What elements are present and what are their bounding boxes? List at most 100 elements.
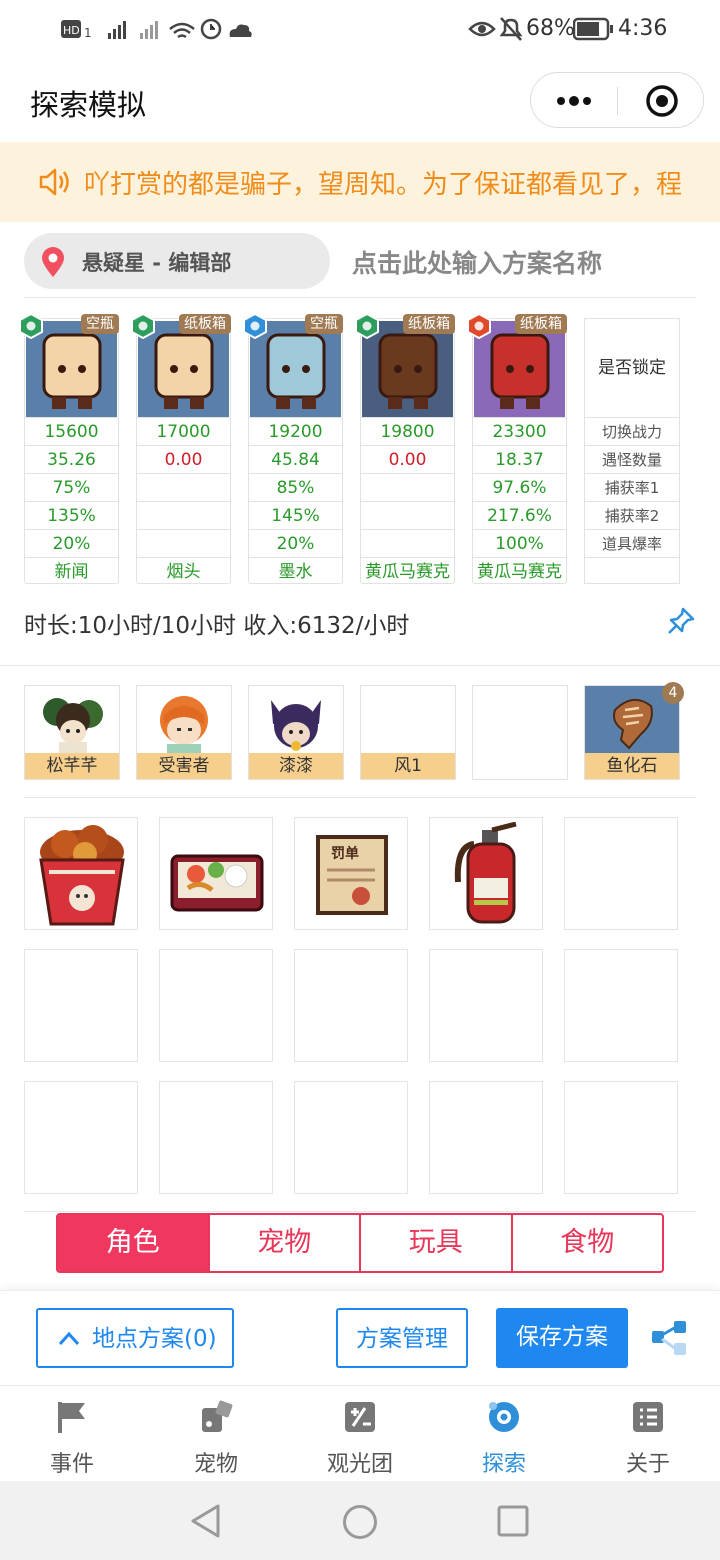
action-bar: 地点方案(0) 方案管理 保存方案 (0, 1290, 720, 1385)
item-slot-empty[interactable] (564, 1081, 678, 1194)
enemy-card[interactable]: 纸板箱 17000 0.00 烟头 (131, 313, 231, 584)
notice-text: 吖打赏的都是骗子，望周知。为了保证都看见了，程 (84, 170, 683, 200)
item-slot-empty[interactable] (294, 949, 408, 1062)
tab-pet[interactable]: 宠物 (210, 1215, 361, 1271)
drop-value: 100% (473, 529, 566, 557)
count-value: 0.00 (361, 445, 454, 473)
nav-label: 观光团 (326, 1452, 393, 1477)
close-miniapp-icon[interactable] (644, 83, 680, 119)
tab-toy[interactable]: 玩具 (361, 1215, 513, 1271)
home-icon[interactable] (341, 1503, 379, 1541)
party-name: 鱼化石 (585, 753, 679, 779)
clock: 4:36 (618, 16, 668, 41)
drop-label: 道具爆率 (585, 529, 679, 557)
item-slot-empty[interactable] (159, 1081, 273, 1194)
item-slot-extinguisher[interactable] (429, 817, 543, 930)
item-value: 黄瓜马赛克 (473, 557, 566, 585)
nav-tour-group[interactable]: 观光团 (288, 1386, 432, 1482)
item-slot-empty[interactable] (159, 949, 273, 1062)
category-tabs: 角色 宠物 玩具 食物 (56, 1213, 664, 1273)
ticket-document-icon: 罚单 (316, 835, 388, 915)
bottom-tab-bar: 事件 宠物 观光团 探索 关于 (0, 1385, 720, 1481)
summary-text: 时长:10小时/10小时 收入:6132/小时 (24, 613, 410, 639)
eye-and-mute-icons (468, 17, 523, 41)
count-label: 遇怪数量 (585, 445, 679, 473)
item-slot-bento[interactable] (159, 817, 273, 930)
enemy-card[interactable]: 空瓶 19200 45.84 85% 145% 20% 墨水 (243, 313, 343, 585)
tab-food[interactable]: 食物 (513, 1215, 663, 1271)
party-slot-5-empty[interactable] (472, 685, 568, 780)
rate2-value (137, 501, 230, 529)
location-plans-button[interactable]: 地点方案(0) (36, 1308, 234, 1368)
party-name: 风1 (361, 753, 455, 779)
manage-plans-button[interactable]: 方案管理 (336, 1308, 468, 1368)
party-slot-3[interactable]: 漆漆 (248, 685, 344, 780)
nav-label: 事件 (49, 1452, 94, 1477)
party-slot-4[interactable]: 风1 (360, 685, 456, 780)
party-name: 松芊芊 (25, 753, 119, 779)
element-hex-icon (467, 313, 491, 339)
item-value: 墨水 (249, 557, 342, 585)
pin-icon[interactable] (666, 606, 696, 636)
power-value: 23300 (473, 417, 566, 445)
item-slot-empty[interactable] (429, 949, 543, 1062)
share-icon[interactable] (650, 1319, 690, 1357)
drop-value (137, 529, 230, 557)
item-slot-document[interactable]: 罚单 (294, 817, 408, 930)
party-name: 受害者 (137, 753, 231, 779)
power-value: 17000 (137, 417, 230, 445)
enemy-type-tag: 空瓶 (305, 314, 343, 334)
item-value: 黄瓜马赛克 (361, 557, 454, 585)
power-label: 切换战力 (585, 417, 679, 445)
rate2-value: 217.6% (473, 501, 566, 529)
recents-icon[interactable] (496, 1504, 530, 1538)
lock-label[interactable]: 是否锁定 (585, 319, 679, 417)
fish-fossil-art (613, 699, 653, 750)
enemy-card[interactable]: 纸板箱 19800 0.00 黄瓜马赛克 (355, 313, 455, 585)
rate1-label: 捕获率1 (585, 473, 679, 501)
item-slot-empty[interactable] (24, 949, 138, 1062)
location-name: 悬疑星 - 编辑部 (82, 251, 232, 275)
empty-label-cell (585, 557, 679, 585)
enemy-card[interactable]: 空瓶 15600 35.26 75% 135% 20% 新闻 (19, 313, 119, 584)
party-slot-1[interactable]: 松芊芊 (24, 685, 120, 780)
nav-label: 宠物 (193, 1452, 238, 1477)
nav-events[interactable]: 事件 (0, 1386, 144, 1482)
save-plan-button[interactable]: 保存方案 (496, 1308, 628, 1368)
network-icons: HD 1 (61, 18, 252, 40)
drop-value (361, 529, 454, 557)
enemy-card[interactable]: 纸板箱 23300 18.37 97.6% 217.6% 100% 黄瓜马赛克 (467, 313, 567, 585)
rate1-value: 97.6% (473, 473, 566, 501)
tab-role[interactable]: 角色 (58, 1215, 210, 1271)
location-selector[interactable]: 悬疑星 - 编辑部 (24, 233, 330, 289)
item-slot-empty[interactable] (564, 817, 678, 930)
back-icon[interactable] (188, 1503, 224, 1539)
rate2-label: 捕获率2 (585, 501, 679, 529)
rate2-value (361, 501, 454, 529)
more-icon[interactable] (555, 91, 595, 111)
item-slot-empty[interactable] (429, 1081, 543, 1194)
item-slot-empty[interactable] (294, 1081, 408, 1194)
pet-level-badge: 4 (662, 682, 684, 704)
nav-about[interactable]: 关于 (576, 1386, 720, 1482)
character-art (160, 696, 208, 754)
stats-label-column: 是否锁定 切换战力 遇怪数量 捕获率1 捕获率2 道具爆率 (584, 318, 680, 584)
item-slot-fried-chicken[interactable] (24, 817, 138, 930)
power-value: 15600 (25, 417, 118, 445)
item-slot-empty[interactable] (564, 949, 678, 1062)
battery-percent: 68% (526, 16, 575, 41)
enemy-type-tag: 纸板箱 (179, 314, 231, 334)
item-slot-empty[interactable] (24, 1081, 138, 1194)
nav-explore[interactable]: 探索 (432, 1386, 576, 1482)
flag-icon (58, 1402, 85, 1433)
nav-pets[interactable]: 宠物 (144, 1386, 288, 1482)
pet-icon (202, 1400, 233, 1432)
svg-text:HD: HD (63, 24, 80, 37)
chevron-up-icon (58, 1331, 80, 1346)
character-art (271, 700, 321, 751)
nav-label: 关于 (625, 1452, 670, 1477)
element-hex-icon (19, 313, 43, 339)
plan-name-input[interactable]: 点击此处输入方案名称 (352, 244, 602, 280)
party-slot-2[interactable]: 受害者 (136, 685, 232, 780)
count-value: 0.00 (137, 445, 230, 473)
